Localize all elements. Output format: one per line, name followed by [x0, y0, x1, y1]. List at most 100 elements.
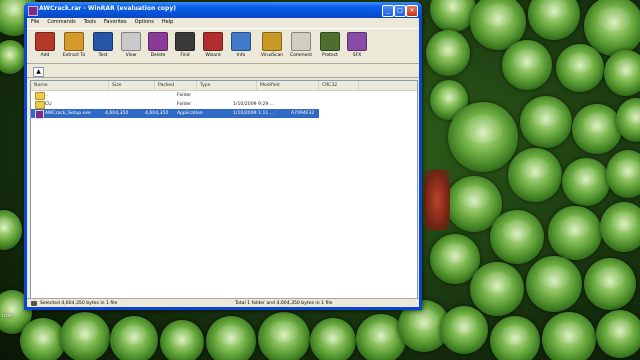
- wallpaper-orb: [584, 258, 636, 310]
- wallpaper-red-patch: [424, 170, 450, 230]
- wallpaper-orb: [0, 210, 22, 250]
- find-label: Find: [180, 53, 190, 58]
- wallpaper-orb: [470, 262, 524, 316]
- sfx-icon: [347, 32, 367, 51]
- view-button[interactable]: View: [117, 32, 145, 62]
- col-type[interactable]: Type: [197, 81, 257, 90]
- wallpaper-orb: [556, 44, 604, 92]
- extract-to-button[interactable]: Extract To: [60, 32, 88, 62]
- wizard-label: Wizard: [205, 53, 221, 58]
- application-icon: [35, 110, 44, 119]
- add-button[interactable]: Add: [31, 32, 59, 62]
- column-header-row: Name Size Packed Type Modified CRC32: [31, 81, 417, 91]
- status-bar: Selected 4,604,350 bytes in 1 file Total…: [27, 298, 419, 308]
- winrar-window[interactable]: AWCrack.rar - WinRAR (evaluation copy) _…: [24, 2, 422, 310]
- info-icon: [231, 32, 251, 51]
- file-modified: 1/10/2009 9:29 ...: [233, 102, 275, 107]
- address-bar: ▲: [27, 65, 419, 78]
- virusscan-icon: [262, 32, 282, 51]
- wizard-icon: [203, 32, 223, 51]
- file-type: Folder: [177, 102, 192, 107]
- wallpaper-orb: [562, 158, 610, 206]
- delete-icon: [148, 32, 168, 51]
- delete-button[interactable]: Delete: [144, 32, 172, 62]
- menu-commands[interactable]: Commands: [47, 18, 75, 27]
- status-total: Total 1 folder and 4,604,350 bytes in 1 …: [235, 301, 333, 306]
- wallpaper-orb: [206, 316, 256, 360]
- protect-button[interactable]: Protect: [316, 32, 344, 62]
- wallpaper-orb: [0, 40, 26, 74]
- wallpaper-orb: [606, 150, 640, 198]
- file-type: Application: [177, 111, 203, 116]
- wallpaper-orb: [258, 312, 310, 360]
- wallpaper-orb: [160, 320, 204, 360]
- folder-icon: [35, 92, 45, 100]
- wallpaper-orb: [520, 96, 572, 148]
- menu-favorites[interactable]: Favorites: [104, 18, 127, 27]
- menu-help[interactable]: Help: [162, 18, 173, 27]
- file-list[interactable]: Name Size Packed Type Modified CRC32 .. …: [30, 80, 418, 299]
- protect-icon: [320, 32, 340, 51]
- virusscan-label: VirusScan: [260, 53, 284, 58]
- menu-file[interactable]: File: [31, 18, 39, 27]
- wallpaper-orb: [490, 210, 544, 264]
- file-row[interactable]: .. Folder: [31, 91, 417, 100]
- wallpaper-orb: [526, 256, 582, 312]
- status-selected: Selected 4,604,350 bytes in 1 file: [40, 301, 118, 306]
- wallpaper-orb: [604, 50, 640, 96]
- extract-to-label: Extract To: [62, 53, 86, 58]
- file-row[interactable]: CU Folder 1/10/2009 9:29 ...: [31, 100, 417, 109]
- wallpaper-orb: [110, 316, 158, 360]
- wallpaper-orb: [60, 312, 110, 360]
- wallpaper-orb: [572, 104, 622, 154]
- sfx-button[interactable]: SFX: [343, 32, 371, 62]
- col-packed[interactable]: Packed: [155, 81, 197, 90]
- menu-tools[interactable]: Tools: [84, 18, 96, 27]
- protect-label: Protect: [322, 53, 338, 58]
- wallpaper-orb: [508, 148, 562, 202]
- maximize-button[interactable]: □: [394, 5, 406, 17]
- up-folder-button[interactable]: ▲: [33, 67, 44, 77]
- toolbar: Add Extract To Test View Delete Find Wiz…: [27, 28, 419, 64]
- file-name: CU: [45, 102, 52, 107]
- comment-button[interactable]: Comment: [287, 32, 315, 62]
- folder-icon: [35, 101, 45, 109]
- file-modified: 1/10/2009 1:11 ...: [233, 111, 275, 116]
- wallpaper-orb: [310, 318, 356, 360]
- file-size: 4,604,350: [105, 111, 129, 116]
- wallpaper-orb: [430, 0, 476, 32]
- col-name[interactable]: Name: [31, 81, 109, 90]
- minimize-button[interactable]: _: [382, 5, 394, 17]
- wallpaper-orb: [528, 0, 580, 40]
- col-modified[interactable]: Modified: [257, 81, 319, 90]
- window-title: AWCrack.rar - WinRAR (evaluation copy): [39, 5, 176, 12]
- test-button[interactable]: Test: [89, 32, 117, 62]
- file-type: Folder: [177, 93, 192, 98]
- test-icon: [93, 32, 113, 51]
- virusscan-button[interactable]: VirusScan: [258, 32, 286, 62]
- comment-label: Comment: [289, 53, 313, 58]
- info-button[interactable]: Info: [227, 32, 255, 62]
- wallpaper-orb: [440, 306, 488, 354]
- wallpaper-orb: [548, 206, 602, 260]
- find-icon: [175, 32, 195, 51]
- menu-bar: File Commands Tools Favorites Options He…: [27, 18, 423, 27]
- extract-to-icon: [64, 32, 84, 51]
- wallpaper-orb: [502, 40, 552, 90]
- sfx-label: SFX: [352, 53, 362, 58]
- desktop-icon-label[interactable]: icon: [2, 313, 12, 319]
- file-crc32: A7094F32: [291, 111, 315, 116]
- delete-label: Delete: [150, 53, 166, 58]
- col-size[interactable]: Size: [109, 81, 155, 90]
- wallpaper-orb: [600, 202, 640, 252]
- col-crc32[interactable]: CRC32: [319, 81, 359, 90]
- wallpaper-orb: [448, 102, 518, 172]
- close-button[interactable]: ✕: [406, 5, 418, 17]
- title-bar[interactable]: AWCrack.rar - WinRAR (evaluation copy) _…: [24, 2, 422, 18]
- winrar-icon: [28, 6, 38, 16]
- menu-options[interactable]: Options: [135, 18, 154, 27]
- wizard-button[interactable]: Wizard: [199, 32, 227, 62]
- file-row-selected[interactable]: AWCrack_Setup.exe 4,604,350 4,604,350 Ap…: [31, 109, 319, 119]
- wallpaper-orb: [426, 30, 470, 76]
- find-button[interactable]: Find: [171, 32, 199, 62]
